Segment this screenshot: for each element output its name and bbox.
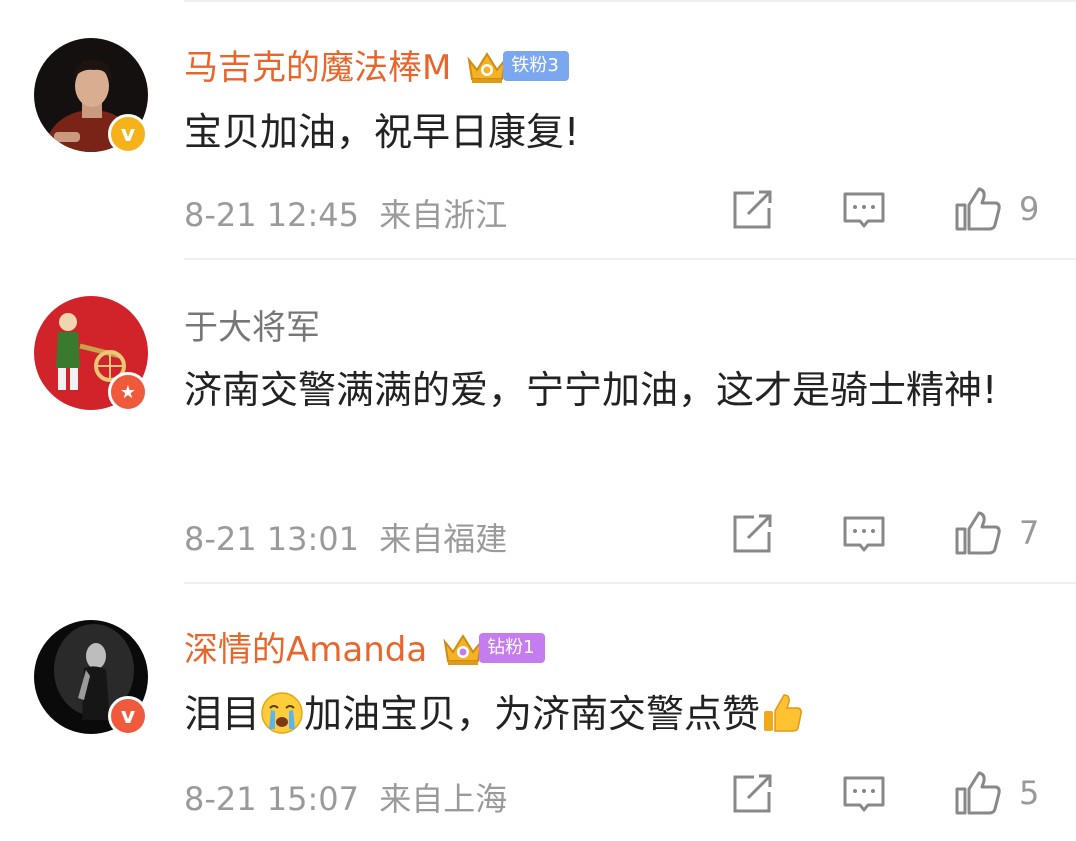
share-icon[interactable] [726,508,778,560]
comment-text: 泪目 加油宝贝，为济南交警点赞 [184,682,1054,746]
comment-meta: 8-21 13:01 来自福建 [184,514,507,560]
username-text[interactable]: 马吉克的魔法棒M [184,48,451,88]
username-text[interactable]: 深情的Amanda [184,630,427,670]
verified-badge: v [108,114,148,154]
comment-text: 济南交警满满的爱，宁宁加油，这才是骑士精神! [184,368,998,412]
comment-meta: 8-21 12:45 来自浙江 [184,190,507,236]
thumbs-up-emoji-icon [764,693,802,732]
comment-location: 来自上海 [379,780,508,818]
crying-face-icon [261,691,303,734]
username[interactable]: 于大将军 [184,300,320,349]
comment-icon[interactable] [838,768,890,820]
fan-badge-label: 铁粉3 [503,50,569,81]
verified-badge: v [108,696,148,736]
comment-location: 来自浙江 [379,196,508,234]
thumbs-up-icon[interactable] [952,768,1004,820]
fan-badge[interactable]: 钻粉1 [441,628,545,668]
comment-date: 8-21 15:07 [184,780,360,818]
like-count: 5 [1019,774,1040,812]
username[interactable]: 马吉克的魔法棒M 铁粉3 [184,40,569,90]
comment-icon[interactable] [838,184,890,236]
fan-badge-label: 钻粉1 [479,632,545,663]
comment-item: v 深情的Amanda 钻粉1 泪目 加油宝贝，为济南交警点赞 8-21 15:… [0,582,1076,841]
username[interactable]: 深情的Amanda 钻粉1 [184,622,545,672]
comment-date: 8-21 13:01 [184,520,360,558]
verified-badge: ★ [108,372,148,412]
comment-icon[interactable] [838,508,890,560]
comment-meta: 8-21 15:07 来自上海 [184,774,507,820]
comment-date: 8-21 12:45 [184,196,360,234]
comment-text: 宝贝加油，祝早日康复! [184,110,580,154]
like-count: 7 [1019,514,1040,552]
like-count: 9 [1019,190,1040,228]
comment-location: 来自福建 [379,520,508,558]
comment-text-part: 加油宝贝，为济南交警点赞 [304,692,761,736]
comment-item: ★ 于大将军 济南交警满满的爱，宁宁加油，这才是骑士精神! 8-21 13:01… [0,258,1076,582]
comment-item: v 马吉克的魔法棒M 铁粉3 宝贝加油，祝早日康复! 8-21 12:45 来自… [0,0,1076,258]
share-icon[interactable] [726,184,778,236]
thumbs-up-icon[interactable] [952,184,1004,236]
share-icon[interactable] [726,768,778,820]
thumbs-up-icon[interactable] [952,508,1004,560]
comment-text-part: 泪目 [184,692,261,736]
username-text[interactable]: 于大将军 [184,308,320,348]
fan-badge[interactable]: 铁粉3 [465,46,569,86]
